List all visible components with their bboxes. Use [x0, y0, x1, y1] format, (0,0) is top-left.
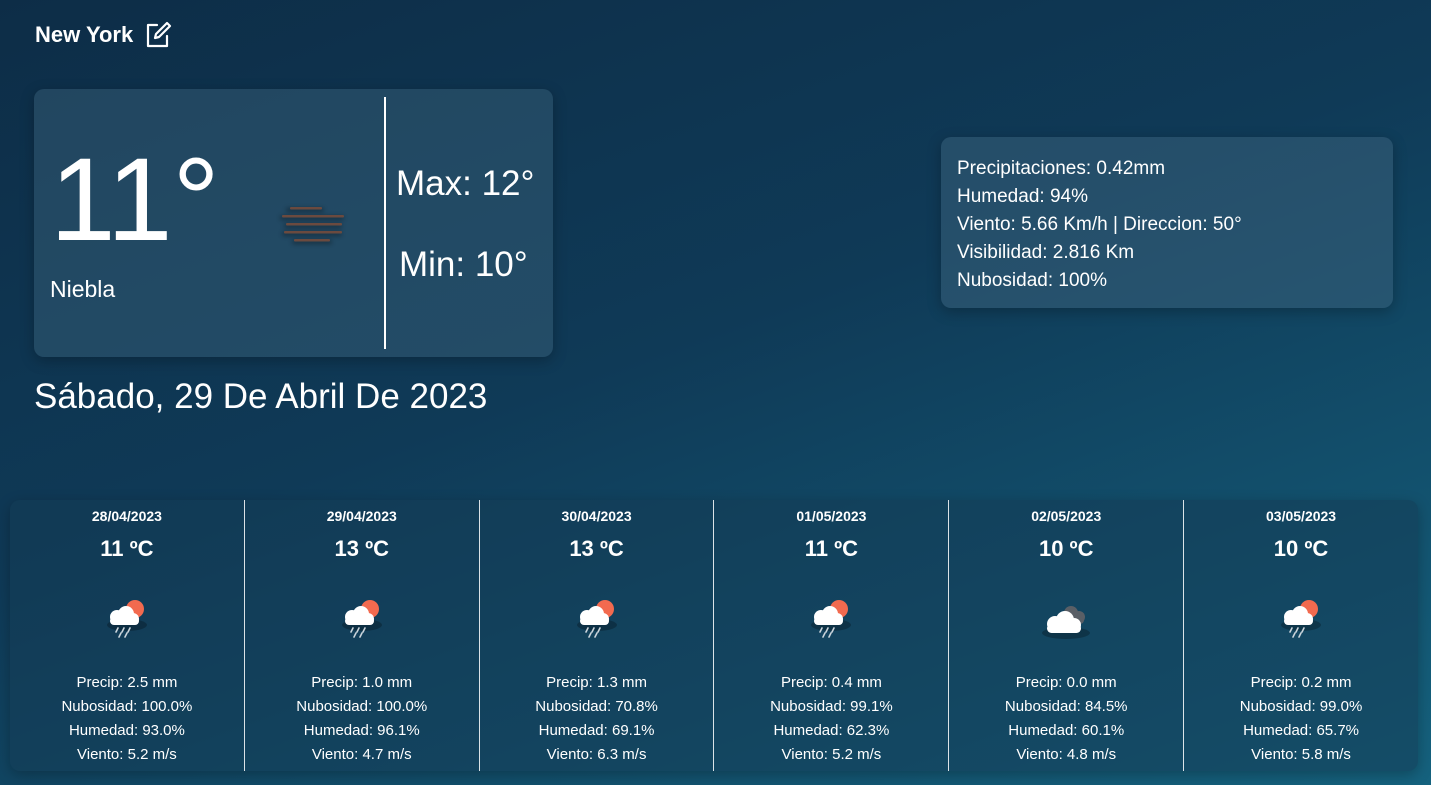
- forecast-temperature: 10 ºC: [1038, 536, 1094, 561]
- forecast-panel: 28/04/2023 11 ºC Precip: 2.5 mm Nubosida…: [10, 500, 1418, 771]
- forecast-stats: Precip: 1.0 mm Nubosidad: 100.0% Humedad…: [245, 671, 479, 767]
- forecast-temperature: 13 ºC: [569, 536, 624, 561]
- forecast-stats: Precip: 2.5 mm Nubosidad: 100.0% Humedad…: [10, 671, 244, 767]
- forecast-precip: Precip: 2.5 mm: [76, 674, 178, 691]
- forecast-humidity: Humedad: 65.7%: [1243, 722, 1359, 739]
- current-temperature: 11°: [50, 134, 220, 266]
- forecast-cloudiness: Nubosidad: 84.5%: [1004, 698, 1128, 715]
- forecast-temperature: 10 ºC: [1273, 536, 1329, 561]
- min-temperature: Min: 10°: [399, 245, 528, 284]
- detail-wind: Viento: 5.66 Km/h | Direccion: 50°: [957, 214, 1242, 235]
- forecast-cloudiness: Nubosidad: 99.0%: [1239, 698, 1363, 715]
- forecast-precip: Precip: 0.4 mm: [780, 674, 882, 691]
- forecast-date: 30/04/2023: [561, 508, 632, 524]
- forecast-day: 28/04/2023 11 ºC Precip: 2.5 mm Nubosida…: [10, 500, 245, 771]
- detail-cloudiness: Nubosidad: 100%: [957, 270, 1107, 291]
- forecast-date: 29/04/2023: [326, 508, 397, 524]
- forecast-day: 02/05/2023 10 ºC Precip: 0.0 mm Nubosida…: [949, 500, 1185, 771]
- detail-humidity: Humedad: 94%: [957, 186, 1088, 207]
- sun-cloud-rain-icon: [569, 595, 625, 641]
- sun-cloud-rain-icon: [803, 595, 859, 641]
- forecast-cloudiness: Nubosidad: 100.0%: [61, 698, 193, 715]
- forecast-date: 28/04/2023: [91, 508, 162, 524]
- forecast-date: 03/05/2023: [1266, 508, 1337, 524]
- forecast-date: 02/05/2023: [1031, 508, 1102, 524]
- forecast-wind: Viento: 4.8 m/s: [1016, 746, 1117, 763]
- forecast-stats: Precip: 0.4 mm Nubosidad: 99.1% Humedad:…: [714, 671, 948, 767]
- detail-precipitation: Precipitaciones: 0.42mm: [957, 158, 1166, 179]
- forecast-day: 29/04/2023 13 ºC Precip: 1.0 mm Nubosida…: [245, 500, 480, 771]
- forecast-wind: Viento: 5.8 m/s: [1251, 746, 1351, 763]
- weather-details-card: Precipitaciones: 0.42mm Humedad: 94% Vie…: [941, 137, 1393, 308]
- city-name: New York: [35, 22, 134, 47]
- forecast-stats: Precip: 0.0 mm Nubosidad: 84.5% Humedad:…: [949, 671, 1183, 767]
- fog-icon: [276, 194, 352, 254]
- sun-cloud-rain-icon: [334, 595, 390, 641]
- forecast-wind: Viento: 5.2 m/s: [77, 746, 177, 763]
- forecast-cloudiness: Nubosidad: 99.1%: [770, 698, 893, 715]
- forecast-day: 30/04/2023 13 ºC Precip: 1.3 mm Nubosida…: [480, 500, 715, 771]
- current-weather-card: 11° Niebla Max: 12° Min: 10°: [34, 89, 553, 357]
- forecast-cloudiness: Nubosidad: 100.0%: [296, 698, 428, 715]
- forecast-precip: Precip: 1.3 mm: [546, 674, 647, 691]
- forecast-humidity: Humedad: 69.1%: [538, 722, 655, 739]
- forecast-humidity: Humedad: 93.0%: [68, 722, 185, 739]
- forecast-temperature: 11 ºC: [100, 536, 154, 561]
- forecast-wind: Viento: 6.3 m/s: [546, 746, 647, 763]
- forecast-day: 01/05/2023 11 ºC Precip: 0.4 mm Nubosida…: [714, 500, 950, 771]
- forecast-wind: Viento: 5.2 m/s: [781, 746, 882, 763]
- detail-visibility: Visibilidad: 2.816 Km: [957, 242, 1135, 263]
- forecast-cloudiness: Nubosidad: 70.8%: [535, 698, 658, 715]
- forecast-temperature: 13 ºC: [334, 536, 389, 561]
- forecast-precip: Precip: 1.0 mm: [311, 674, 413, 691]
- max-temperature: Max: 12°: [396, 164, 535, 203]
- forecast-precip: Precip: 0.2 mm: [1250, 674, 1352, 691]
- current-condition: Niebla: [50, 276, 116, 302]
- header: New York: [35, 20, 173, 50]
- forecast-humidity: Humedad: 60.1%: [1008, 722, 1125, 739]
- sun-cloud-rain-icon: [99, 595, 155, 641]
- sun-cloud-rain-icon: [1273, 595, 1329, 641]
- forecast-humidity: Humedad: 96.1%: [303, 722, 420, 739]
- forecast-day: 03/05/2023 10 ºC Precip: 0.2 mm Nubosida…: [1184, 500, 1418, 771]
- edit-icon[interactable]: [143, 20, 173, 50]
- forecast-temperature: 11 ºC: [804, 536, 859, 561]
- cloudy-icon: [1038, 595, 1094, 641]
- forecast-humidity: Humedad: 62.3%: [773, 722, 890, 739]
- forecast-date: 01/05/2023: [796, 508, 867, 524]
- current-date: Sábado, 29 De Abril De 2023: [34, 377, 488, 416]
- card-divider: [384, 97, 386, 349]
- forecast-precip: Precip: 0.0 mm: [1015, 674, 1117, 691]
- forecast-wind: Viento: 4.7 m/s: [311, 746, 412, 763]
- forecast-stats: Precip: 1.3 mm Nubosidad: 70.8% Humedad:…: [480, 671, 714, 767]
- forecast-stats: Precip: 0.2 mm Nubosidad: 99.0% Humedad:…: [1184, 671, 1418, 767]
